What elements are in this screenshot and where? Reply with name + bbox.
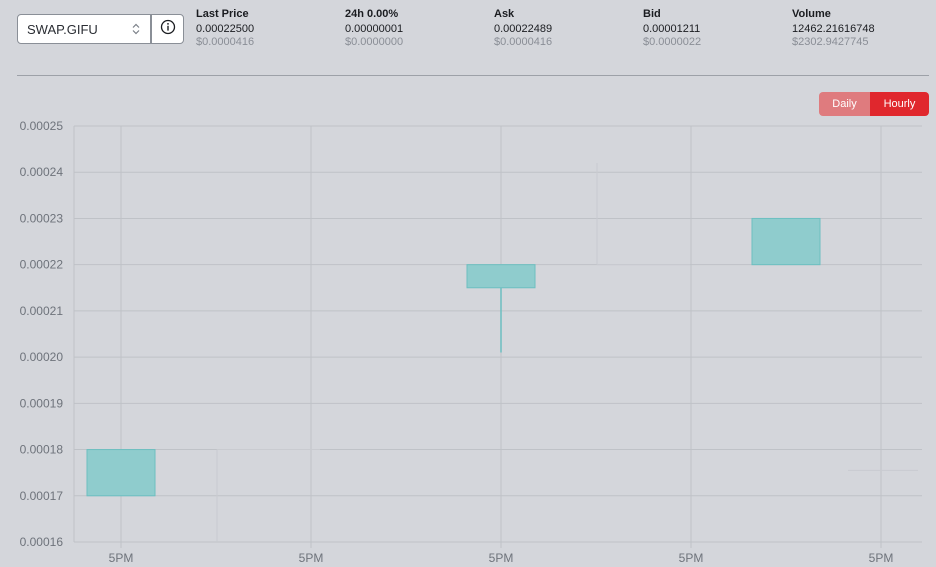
y-tick-label: 0.00016 (20, 535, 64, 549)
pair-select-value: SWAP.GIFU (27, 21, 98, 37)
y-tick-label: 0.00020 (20, 350, 64, 364)
header-divider (17, 75, 929, 76)
stat-value: 12462.21616748 (792, 23, 875, 35)
y-tick-label: 0.00017 (20, 489, 64, 503)
stat-label: Bid (643, 8, 661, 20)
x-tick-label: 5PM (869, 551, 894, 565)
hourly-button[interactable]: Hourly (870, 92, 929, 116)
daily-button[interactable]: Daily (819, 92, 870, 116)
y-tick-label: 0.00025 (20, 119, 64, 133)
stat-label: Last Price (196, 8, 249, 20)
x-tick-label: 5PM (489, 551, 514, 565)
candle-body (466, 264, 536, 289)
stat-last-price: Last Price 0.00022500 $0.0000416 (196, 8, 254, 48)
info-circle-icon (160, 19, 176, 40)
stat-usd: $0.0000416 (196, 36, 255, 48)
y-tick-label: 0.00021 (20, 304, 64, 318)
stat-value: 0.00022489 (494, 23, 553, 35)
candle-body (86, 449, 156, 497)
interval-toggle: Daily Hourly (819, 92, 929, 116)
stat-bid: Bid 0.00001211 $0.0000022 (643, 8, 701, 48)
y-tick-label: 0.00024 (20, 165, 64, 179)
stat-usd: $0.0000022 (643, 36, 702, 48)
stat-value: 0.00000001 (345, 23, 404, 35)
stat-usd: $0.0000416 (494, 36, 553, 48)
stat-ask: Ask 0.00022489 $0.0000416 (494, 8, 552, 48)
y-tick-label: 0.00023 (20, 211, 64, 225)
pair-select[interactable]: SWAP.GIFU (17, 14, 151, 44)
stat-volume: Volume 12462.21616748 $2302.9427745 (792, 8, 875, 48)
stat-value: 0.00022500 (196, 23, 255, 35)
stat-label: 24h 0.00% (345, 8, 399, 20)
x-tick-label: 5PM (679, 551, 704, 565)
stat-usd: $0.0000000 (345, 36, 404, 48)
stat-value: 0.00001211 (643, 23, 701, 35)
stat-label: Volume (792, 8, 831, 20)
x-tick-label: 5PM (109, 551, 134, 565)
stat-usd: $2302.9427745 (792, 36, 869, 48)
chevron-updown-icon (131, 23, 141, 35)
x-tick-label: 5PM (299, 551, 324, 565)
candlestick-chart: 0.00025 0.00024 0.00023 0.00022 0.00021 0.000… (20, 119, 922, 565)
stat-label: Ask (494, 8, 515, 20)
y-tick-label: 0.00022 (20, 258, 64, 272)
candle-body (751, 217, 821, 266)
y-tick-label: 0.00019 (20, 396, 64, 410)
stat-24h: 24h 0.00% 0.00000001 $0.0000000 (345, 8, 403, 48)
y-tick-label: 0.00018 (20, 443, 64, 457)
info-button[interactable] (151, 14, 184, 44)
